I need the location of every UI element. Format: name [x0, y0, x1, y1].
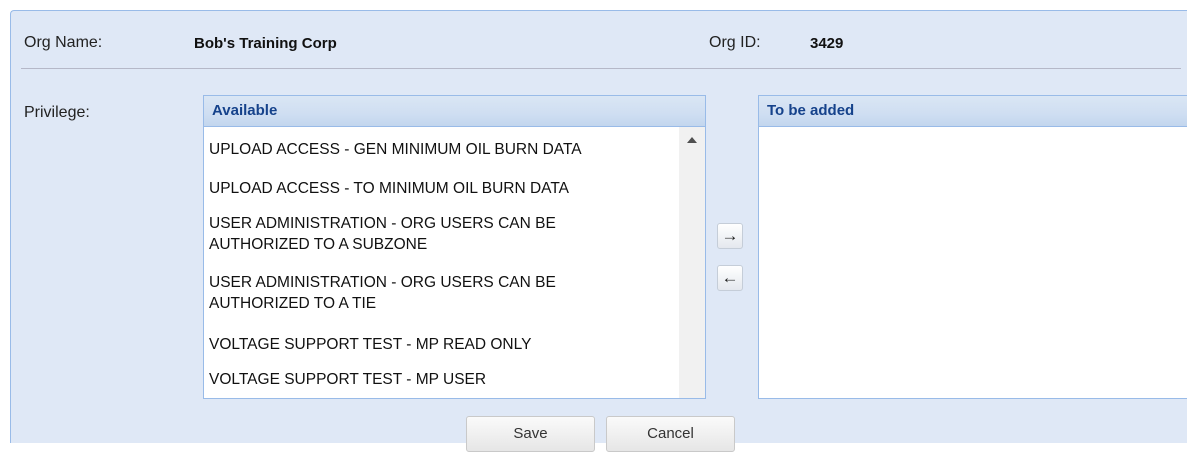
org-name-label: Org Name:	[24, 34, 103, 51]
list-item[interactable]: USER ADMINISTRATION - ORG USERS CAN BE AU…	[209, 213, 556, 255]
available-list-items[interactable]: UPLOAD ACCESS - GEN MINIMUM OIL BURN DAT…	[204, 127, 705, 398]
arrow-left-icon: ←	[721, 268, 739, 287]
header-divider	[21, 68, 1181, 69]
list-item[interactable]: USER ADMINISTRATION - ORG USERS CAN BE AU…	[209, 272, 556, 314]
save-button[interactable]: Save	[466, 416, 595, 452]
available-list[interactable]: Available UPLOAD ACCESS - GEN MINIMUM OI…	[203, 95, 706, 399]
available-list-header: Available	[204, 96, 705, 127]
to-be-added-list[interactable]: To be added	[758, 95, 1187, 399]
scrollbar-thumb[interactable]	[682, 151, 702, 398]
privilege-label: Privilege:	[24, 104, 90, 121]
arrow-right-icon: →	[721, 226, 739, 245]
list-item-text: UPLOAD ACCESS - TO MINIMUM OIL BURN DATA	[209, 180, 569, 197]
to-be-added-list-items[interactable]	[759, 127, 1187, 398]
list-item[interactable]: VOLTAGE SUPPORT TEST - MP USER	[209, 369, 486, 390]
list-item-text: VOLTAGE SUPPORT TEST - MP READ ONLY	[209, 336, 532, 353]
org-privilege-panel: Org Name: Bob's Training Corp Org ID: 34…	[10, 10, 1187, 452]
available-list-scrollbar[interactable]	[679, 127, 705, 398]
org-name-value: Bob's Training Corp	[194, 35, 337, 52]
list-item[interactable]: UPLOAD ACCESS - TO MINIMUM OIL BURN DATA	[209, 178, 569, 199]
list-item-text: USER ADMINISTRATION - ORG USERS CAN BE	[209, 215, 556, 232]
list-item-text: AUTHORIZED TO A SUBZONE	[209, 236, 428, 253]
org-id-label: Org ID:	[709, 34, 761, 51]
add-arrow-button[interactable]: →	[717, 223, 743, 249]
list-item-text: USER ADMINISTRATION - ORG USERS CAN BE	[209, 274, 556, 291]
list-item-text: VOLTAGE SUPPORT TEST - MP USER	[209, 371, 487, 388]
scroll-up-arrow-icon[interactable]	[687, 137, 697, 143]
list-item-text: UPLOAD ACCESS - GEN MINIMUM OIL BURN DAT…	[209, 141, 582, 158]
list-item-text: AUTHORIZED TO A TIE	[209, 295, 377, 312]
cancel-button[interactable]: Cancel	[606, 416, 735, 452]
list-item[interactable]: UPLOAD ACCESS - GEN MINIMUM OIL BURN DAT…	[209, 139, 582, 160]
org-id-value: 3429	[810, 35, 844, 52]
remove-arrow-button[interactable]: ←	[717, 265, 743, 291]
list-item[interactable]: VOLTAGE SUPPORT TEST - MP READ ONLY	[209, 334, 531, 355]
to-be-added-list-header: To be added	[759, 96, 1187, 127]
